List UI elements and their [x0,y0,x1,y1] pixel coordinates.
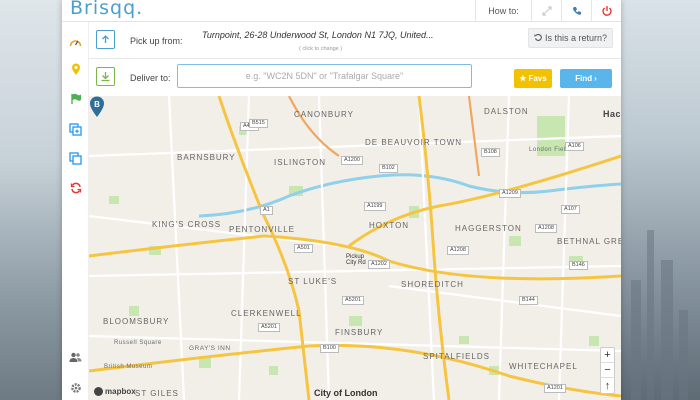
road-badge: A5201 [342,296,364,305]
road-badge: B146 [569,261,588,270]
district-label: FINSBURY [335,328,384,337]
chevron-right-icon: › [594,74,597,83]
change-hint[interactable]: ( click to change ) [299,46,342,52]
find-button[interactable]: Find › [560,69,612,88]
city-label: City of London [314,388,378,398]
road-badge: B515 [249,119,268,128]
road-badge: A501 [294,244,313,253]
district-label: BETHNAL GREEN [557,237,621,246]
district-label: ST GILES [135,389,179,398]
map-view[interactable]: CANONBURY BARNSBURY ISLINGTON DE BEAUVOI… [89,96,621,400]
pickup-row: Pick up from: Turnpoint, 26-28 Underwood… [89,22,621,59]
road-badge: A1 [260,206,273,215]
flag-icon[interactable] [68,91,83,106]
upload-arrow-icon [96,30,115,49]
favs-button[interactable]: ★ Favs [514,69,552,88]
map-marker-b[interactable]: B [89,96,105,118]
district-label: DALSTON [484,107,529,116]
sidebar [62,22,89,400]
mapbox-attribution[interactable]: mapbox [94,387,136,396]
district-label: HAGGERSTON [455,224,522,233]
star-icon: ★ [519,74,527,83]
district-label: ST LUKE'S [288,277,338,286]
district-label: BLOOMSBURY [103,317,170,326]
expand-icon[interactable] [531,0,561,22]
road-badge: A5201 [258,323,280,332]
users-icon[interactable] [68,350,83,365]
mapbox-icon [94,387,103,396]
place-label: Russell Square [114,340,162,346]
district-label: GRAY'S INN [189,345,231,352]
background-right [621,0,700,400]
app-window: Brisqq. How to: Pick up from: Turnpoint,… [62,0,621,400]
road-badge: A107 [561,205,580,214]
district-label: HOXTON [369,221,410,230]
road-badge: B100 [320,344,339,353]
compass-button[interactable]: ↑ [601,378,614,393]
district-label: ISLINGTON [274,158,326,167]
road-badge: B144 [519,296,538,305]
background-left [0,0,62,400]
road-badge: A1200 [341,156,363,165]
road-badge: A1199 [364,202,386,211]
top-actions: How to: [475,0,621,22]
district-label: SHOREDITCH [401,280,464,289]
road-badge: B102 [379,164,398,173]
svg-text:B: B [94,100,100,109]
phone-icon[interactable] [561,0,591,22]
pickup-address[interactable]: Turnpoint, 26-28 Underwood St, London N1… [202,30,433,40]
district-label: WHITECHAPEL [509,362,578,371]
route-form: Pick up from: Turnpoint, 26-28 Underwood… [89,22,621,96]
add-copy-icon[interactable] [68,122,83,137]
download-arrow-icon [96,67,115,86]
power-icon[interactable] [591,0,621,22]
pickup-label: Pick up from: [130,36,183,46]
location-pin-icon[interactable] [68,62,83,77]
undo-icon [534,33,542,43]
zoom-in-button[interactable]: + [601,348,614,363]
top-bar: Brisqq. How to: [62,0,621,22]
road-badge: A1202 [368,260,390,269]
district-label: SPITALFIELDS [423,352,490,361]
road-badge: B108 [481,148,500,157]
road-badge: A1201 [544,384,566,393]
deliver-row: Deliver to: e.g. "WC2N 5DN" or "Trafalga… [89,59,621,96]
map-roads [89,96,621,400]
district-label: PENTONVILLE [229,225,295,234]
copy-icon[interactable] [68,151,83,166]
is-return-button[interactable]: Is this a return? [528,28,613,48]
speedometer-icon[interactable] [68,34,83,49]
district-label: Hack [603,109,621,119]
deliver-label: Deliver to: [130,73,171,83]
district-label: BARNSBURY [177,153,236,162]
district-label: CANONBURY [294,110,354,119]
pickup-map-label: Pickup City Rd [346,254,366,266]
road-badge: A1208 [535,224,557,233]
district-label: KING'S CROSS [152,220,222,229]
brand-logo[interactable]: Brisqq. [70,0,143,19]
district-label: CLERKENWELL [231,309,302,318]
road-badge: A1208 [447,246,469,255]
road-badge: A106 [565,142,584,151]
deliver-address-input[interactable]: e.g. "WC2N 5DN" or "Trafalgar Square" [177,64,472,88]
zoom-out-button[interactable]: − [601,363,614,378]
zoom-controls: + − ↑ [600,347,615,394]
place-label: British Museum [104,364,153,370]
district-label: DE BEAUVOIR TOWN [365,138,463,147]
refresh-icon[interactable] [68,180,83,195]
settings-icon[interactable] [68,380,83,395]
road-badge: A1209 [499,189,521,198]
howto-label: How to: [475,0,531,22]
